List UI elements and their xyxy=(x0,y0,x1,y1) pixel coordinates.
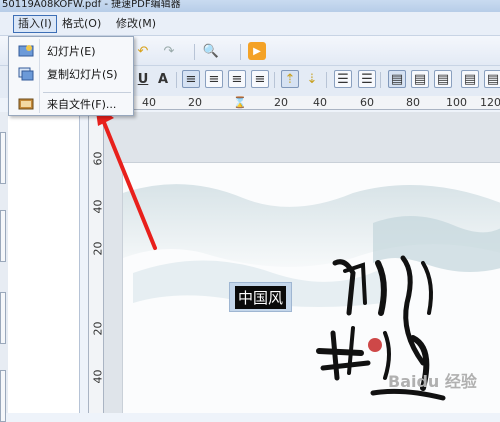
menu-item-label: 来自文件(F)... xyxy=(47,98,117,111)
slide-text-box[interactable]: 中国风 xyxy=(229,282,292,312)
layout-2-icon[interactable]: ▤ xyxy=(411,70,429,88)
slide-icon xyxy=(17,43,35,59)
ruler-label: 40 xyxy=(91,369,105,384)
horizontal-ruler: 40 20 ⌛ 20 40 60 80 100 120 xyxy=(130,96,500,110)
menu-bar: 插入(I) 格式(O) 修改(M) xyxy=(0,12,500,36)
ruler-label: 120 xyxy=(480,96,500,109)
align-center-icon[interactable]: ≡ xyxy=(205,70,223,88)
seal-stamp xyxy=(368,338,382,352)
ruler-label: 100 xyxy=(446,96,467,109)
slide-thumbnail[interactable] xyxy=(0,132,6,184)
slide-thumbnail-panel[interactable] xyxy=(0,112,80,413)
align-right-icon[interactable]: ≡ xyxy=(228,70,246,88)
indent-marker-icon[interactable]: ⌛ xyxy=(233,96,247,109)
vertical-ruler: 60 40 20 20 40 xyxy=(88,112,105,413)
numbered-list-icon[interactable]: ☰ xyxy=(358,70,376,88)
top-align-icon[interactable]: ⇡ xyxy=(281,70,299,88)
ruler-label: 20 xyxy=(91,321,105,336)
undo-icon[interactable]: ↶ xyxy=(134,42,152,60)
underline-button[interactable]: U xyxy=(134,70,152,88)
ruler-label: 20 xyxy=(91,241,105,256)
menu-modify[interactable]: 修改(M) xyxy=(112,15,160,33)
redo-icon[interactable]: ↷ xyxy=(160,42,178,60)
font-color-button[interactable]: A xyxy=(154,70,172,88)
zoom-icon[interactable]: 🔍 xyxy=(202,42,220,60)
menu-insert[interactable]: 插入(I) xyxy=(13,15,57,33)
ruler-label: 20 xyxy=(188,96,202,109)
layout-5-icon[interactable]: ▤ xyxy=(484,70,500,88)
baidu-watermark: Baidu 经验 xyxy=(388,372,477,391)
menu-item-label: 复制幻灯片(S) xyxy=(47,68,118,81)
ruler-label: 40 xyxy=(91,199,105,214)
layout-3-icon[interactable]: ▤ xyxy=(434,70,452,88)
slide-thumbnail[interactable] xyxy=(0,210,6,262)
from-file-icon xyxy=(17,96,35,112)
menu-item-label: 幻灯片(E) xyxy=(47,45,96,58)
video-icon[interactable]: ▶ xyxy=(248,42,266,60)
slide-thumbnail[interactable] xyxy=(0,292,6,344)
insert-dropdown-menu: 幻灯片(E) 复制幻灯片(S) 来自文件(F)... xyxy=(8,36,134,116)
slide-panel-scrollbar[interactable] xyxy=(0,112,8,422)
text-box-content: 中国风 xyxy=(234,285,286,309)
bullet-list-icon[interactable]: ☰ xyxy=(334,70,352,88)
ruler-label: 20 xyxy=(274,96,288,109)
window-title: 50119A08KOFW.pdf - 捷速PDF编辑器 xyxy=(2,0,181,10)
justify-icon[interactable]: ≡ xyxy=(251,70,269,88)
ruler-label: 40 xyxy=(142,96,156,109)
bottom-align-icon[interactable]: ⇣ xyxy=(303,70,321,88)
slide-thumbnail[interactable] xyxy=(0,370,6,422)
menu-item-from-file[interactable]: 来自文件(F)... xyxy=(11,93,131,115)
ruler-label: 40 xyxy=(313,96,327,109)
layout-4-icon[interactable]: ▤ xyxy=(461,70,479,88)
menu-item-duplicate-slide[interactable]: 复制幻灯片(S) xyxy=(11,63,131,85)
menu-format[interactable]: 格式(O) xyxy=(58,15,105,33)
duplicate-slide-icon xyxy=(17,66,35,82)
align-left-icon[interactable]: ≡ xyxy=(182,70,200,88)
ruler-label: 80 xyxy=(406,96,420,109)
window-title-bar: 50119A08KOFW.pdf - 捷速PDF编辑器 xyxy=(0,0,500,12)
menu-item-new-slide[interactable]: 幻灯片(E) xyxy=(11,40,131,62)
ruler-label: 60 xyxy=(360,96,374,109)
ruler-label: 60 xyxy=(91,151,105,166)
layout-1-icon[interactable]: ▤ xyxy=(388,70,406,88)
